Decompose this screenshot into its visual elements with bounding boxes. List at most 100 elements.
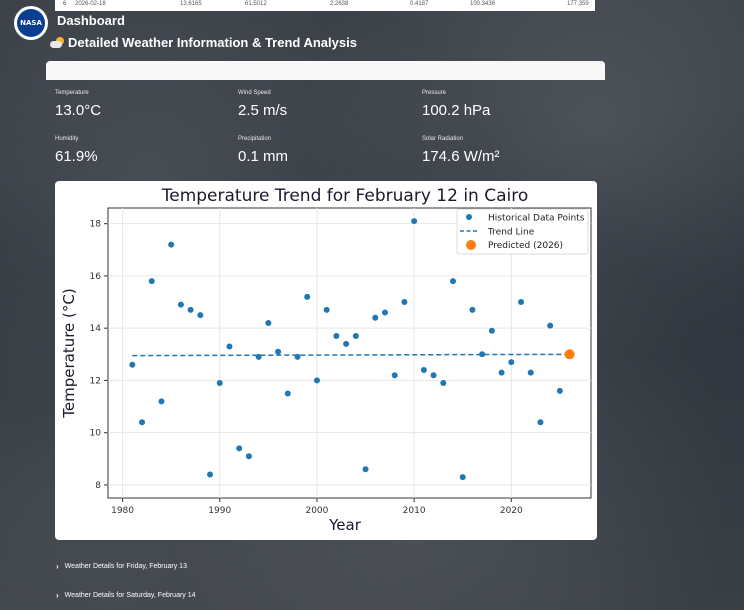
table-cell: 100.3436 xyxy=(470,1,496,7)
metric-label: Pressure xyxy=(422,90,447,96)
expander-label: Weather Details for Friday, February 13 xyxy=(64,563,187,570)
section-title-text: Detailed Weather Information & Trend Ana… xyxy=(68,35,357,50)
table-cell: 61.5012 xyxy=(245,1,267,7)
data-point xyxy=(197,312,204,319)
trend-line xyxy=(132,353,570,357)
legend-marker-historical xyxy=(466,214,472,220)
data-point xyxy=(488,327,495,334)
data-point xyxy=(498,369,505,376)
data-point xyxy=(177,301,184,308)
table-cell: 177.359 xyxy=(567,1,589,7)
nasa-logo-text: NASA xyxy=(17,9,45,37)
metric-label: Wind Speed xyxy=(238,90,271,96)
x-tick-label: 2010 xyxy=(403,506,426,516)
data-point xyxy=(401,299,408,306)
y-tick-label: 8 xyxy=(95,481,101,491)
metric-solar-radiation: Solar Radiation 174.6 W/m² xyxy=(422,136,500,165)
data-point xyxy=(333,333,340,340)
data-point xyxy=(537,419,544,426)
metric-humidity: Humidity 61.9% xyxy=(55,136,98,165)
data-point xyxy=(187,306,194,313)
chart-legend: Historical Data Points Trend Line Predic… xyxy=(456,208,589,255)
table-cell: 2026-02-18 xyxy=(75,1,106,7)
y-tick-label: 16 xyxy=(90,272,102,282)
metric-wind-speed: Wind Speed 2.5 m/s xyxy=(238,90,287,119)
nasa-logo[interactable]: NASA xyxy=(14,6,48,40)
dashboard-label[interactable]: Dashboard xyxy=(57,13,125,28)
data-point xyxy=(459,474,466,481)
data-point xyxy=(372,314,379,321)
data-table-partial-row: 6 2026-02-18 13.6165 61.5012 2.2638 0.41… xyxy=(55,0,595,11)
legend-label-trend: Trend Line xyxy=(487,228,535,238)
data-point xyxy=(304,293,311,300)
chevron-right-icon: › xyxy=(56,591,59,600)
metric-value: 100.2 hPa xyxy=(422,102,491,119)
x-tick-label: 2000 xyxy=(305,506,328,516)
data-point xyxy=(207,471,214,478)
metric-value: 13.0°C xyxy=(55,102,102,119)
data-point xyxy=(168,241,175,248)
legend-label-predicted: Predicted (2026) xyxy=(488,241,563,251)
chart-svg: Temperature Trend for February 12 in Cai… xyxy=(60,186,592,534)
metric-label: Solar Radiation xyxy=(422,136,464,142)
metric-label: Temperature xyxy=(55,90,89,96)
chart-title: Temperature Trend for February 12 in Cai… xyxy=(161,186,529,206)
data-point xyxy=(352,333,359,340)
predicted-point xyxy=(564,349,575,360)
metric-label: Precipitation xyxy=(238,136,272,142)
data-point xyxy=(148,278,155,285)
data-point xyxy=(323,306,330,313)
data-point xyxy=(440,380,447,387)
table-cell: 13.6165 xyxy=(180,1,202,7)
metric-temperature: Temperature 13.0°C xyxy=(55,90,101,119)
data-point xyxy=(450,278,456,285)
table-cell: 2.2638 xyxy=(330,1,349,7)
y-tick-label: 10 xyxy=(90,429,102,439)
data-point xyxy=(275,348,282,355)
data-point xyxy=(129,361,136,368)
data-point xyxy=(547,322,554,329)
expander-label: Weather Details for Saturday, February 1… xyxy=(64,592,196,599)
input-bar[interactable] xyxy=(46,61,605,80)
axis-ticks: 1980 1990 2000 2010 2020 8 10 12 14 16 18 xyxy=(90,220,523,516)
metric-value: 2.5 m/s xyxy=(238,102,288,119)
data-point xyxy=(216,380,223,387)
sun-behind-cloud-icon xyxy=(50,36,64,49)
x-tick-label: 1990 xyxy=(208,506,231,516)
legend-label-historical: Historical Data Points xyxy=(488,214,585,224)
expander-saturday[interactable]: › Weather Details for Saturday, February… xyxy=(56,591,196,600)
data-point xyxy=(469,306,476,313)
data-point xyxy=(236,445,243,452)
x-tick-label: 2020 xyxy=(500,506,523,516)
data-point xyxy=(226,343,233,350)
y-tick-label: 14 xyxy=(90,324,102,334)
data-point xyxy=(139,419,146,426)
section-title: Detailed Weather Information & Trend Ana… xyxy=(50,35,357,50)
data-point xyxy=(158,398,165,405)
data-point xyxy=(381,309,388,316)
data-point xyxy=(411,218,418,225)
data-point xyxy=(391,372,398,379)
chevron-right-icon: › xyxy=(56,562,59,571)
data-point xyxy=(556,387,563,394)
temperature-trend-chart: Temperature Trend for February 12 in Cai… xyxy=(55,181,597,540)
metric-precipitation: Precipitation 0.1 mm xyxy=(238,136,288,165)
data-point xyxy=(430,372,437,379)
metric-label: Humidity xyxy=(55,136,79,142)
data-point xyxy=(313,377,320,384)
expander-friday[interactable]: › Weather Details for Friday, February 1… xyxy=(56,562,187,571)
data-point xyxy=(518,299,525,306)
data-point xyxy=(284,390,291,397)
y-axis-label: Temperature (°C) xyxy=(60,288,78,418)
data-marks xyxy=(129,218,575,481)
data-point xyxy=(420,366,427,373)
metric-value: 61.9% xyxy=(55,148,98,165)
table-cell: 0.4187 xyxy=(410,1,429,7)
y-tick-label: 18 xyxy=(90,220,102,230)
data-point xyxy=(527,369,534,376)
metric-value: 0.1 mm xyxy=(238,148,289,165)
data-point xyxy=(508,359,515,366)
table-cell: 6 xyxy=(63,1,67,7)
x-axis-label: Year xyxy=(328,516,362,534)
data-point xyxy=(362,466,369,473)
